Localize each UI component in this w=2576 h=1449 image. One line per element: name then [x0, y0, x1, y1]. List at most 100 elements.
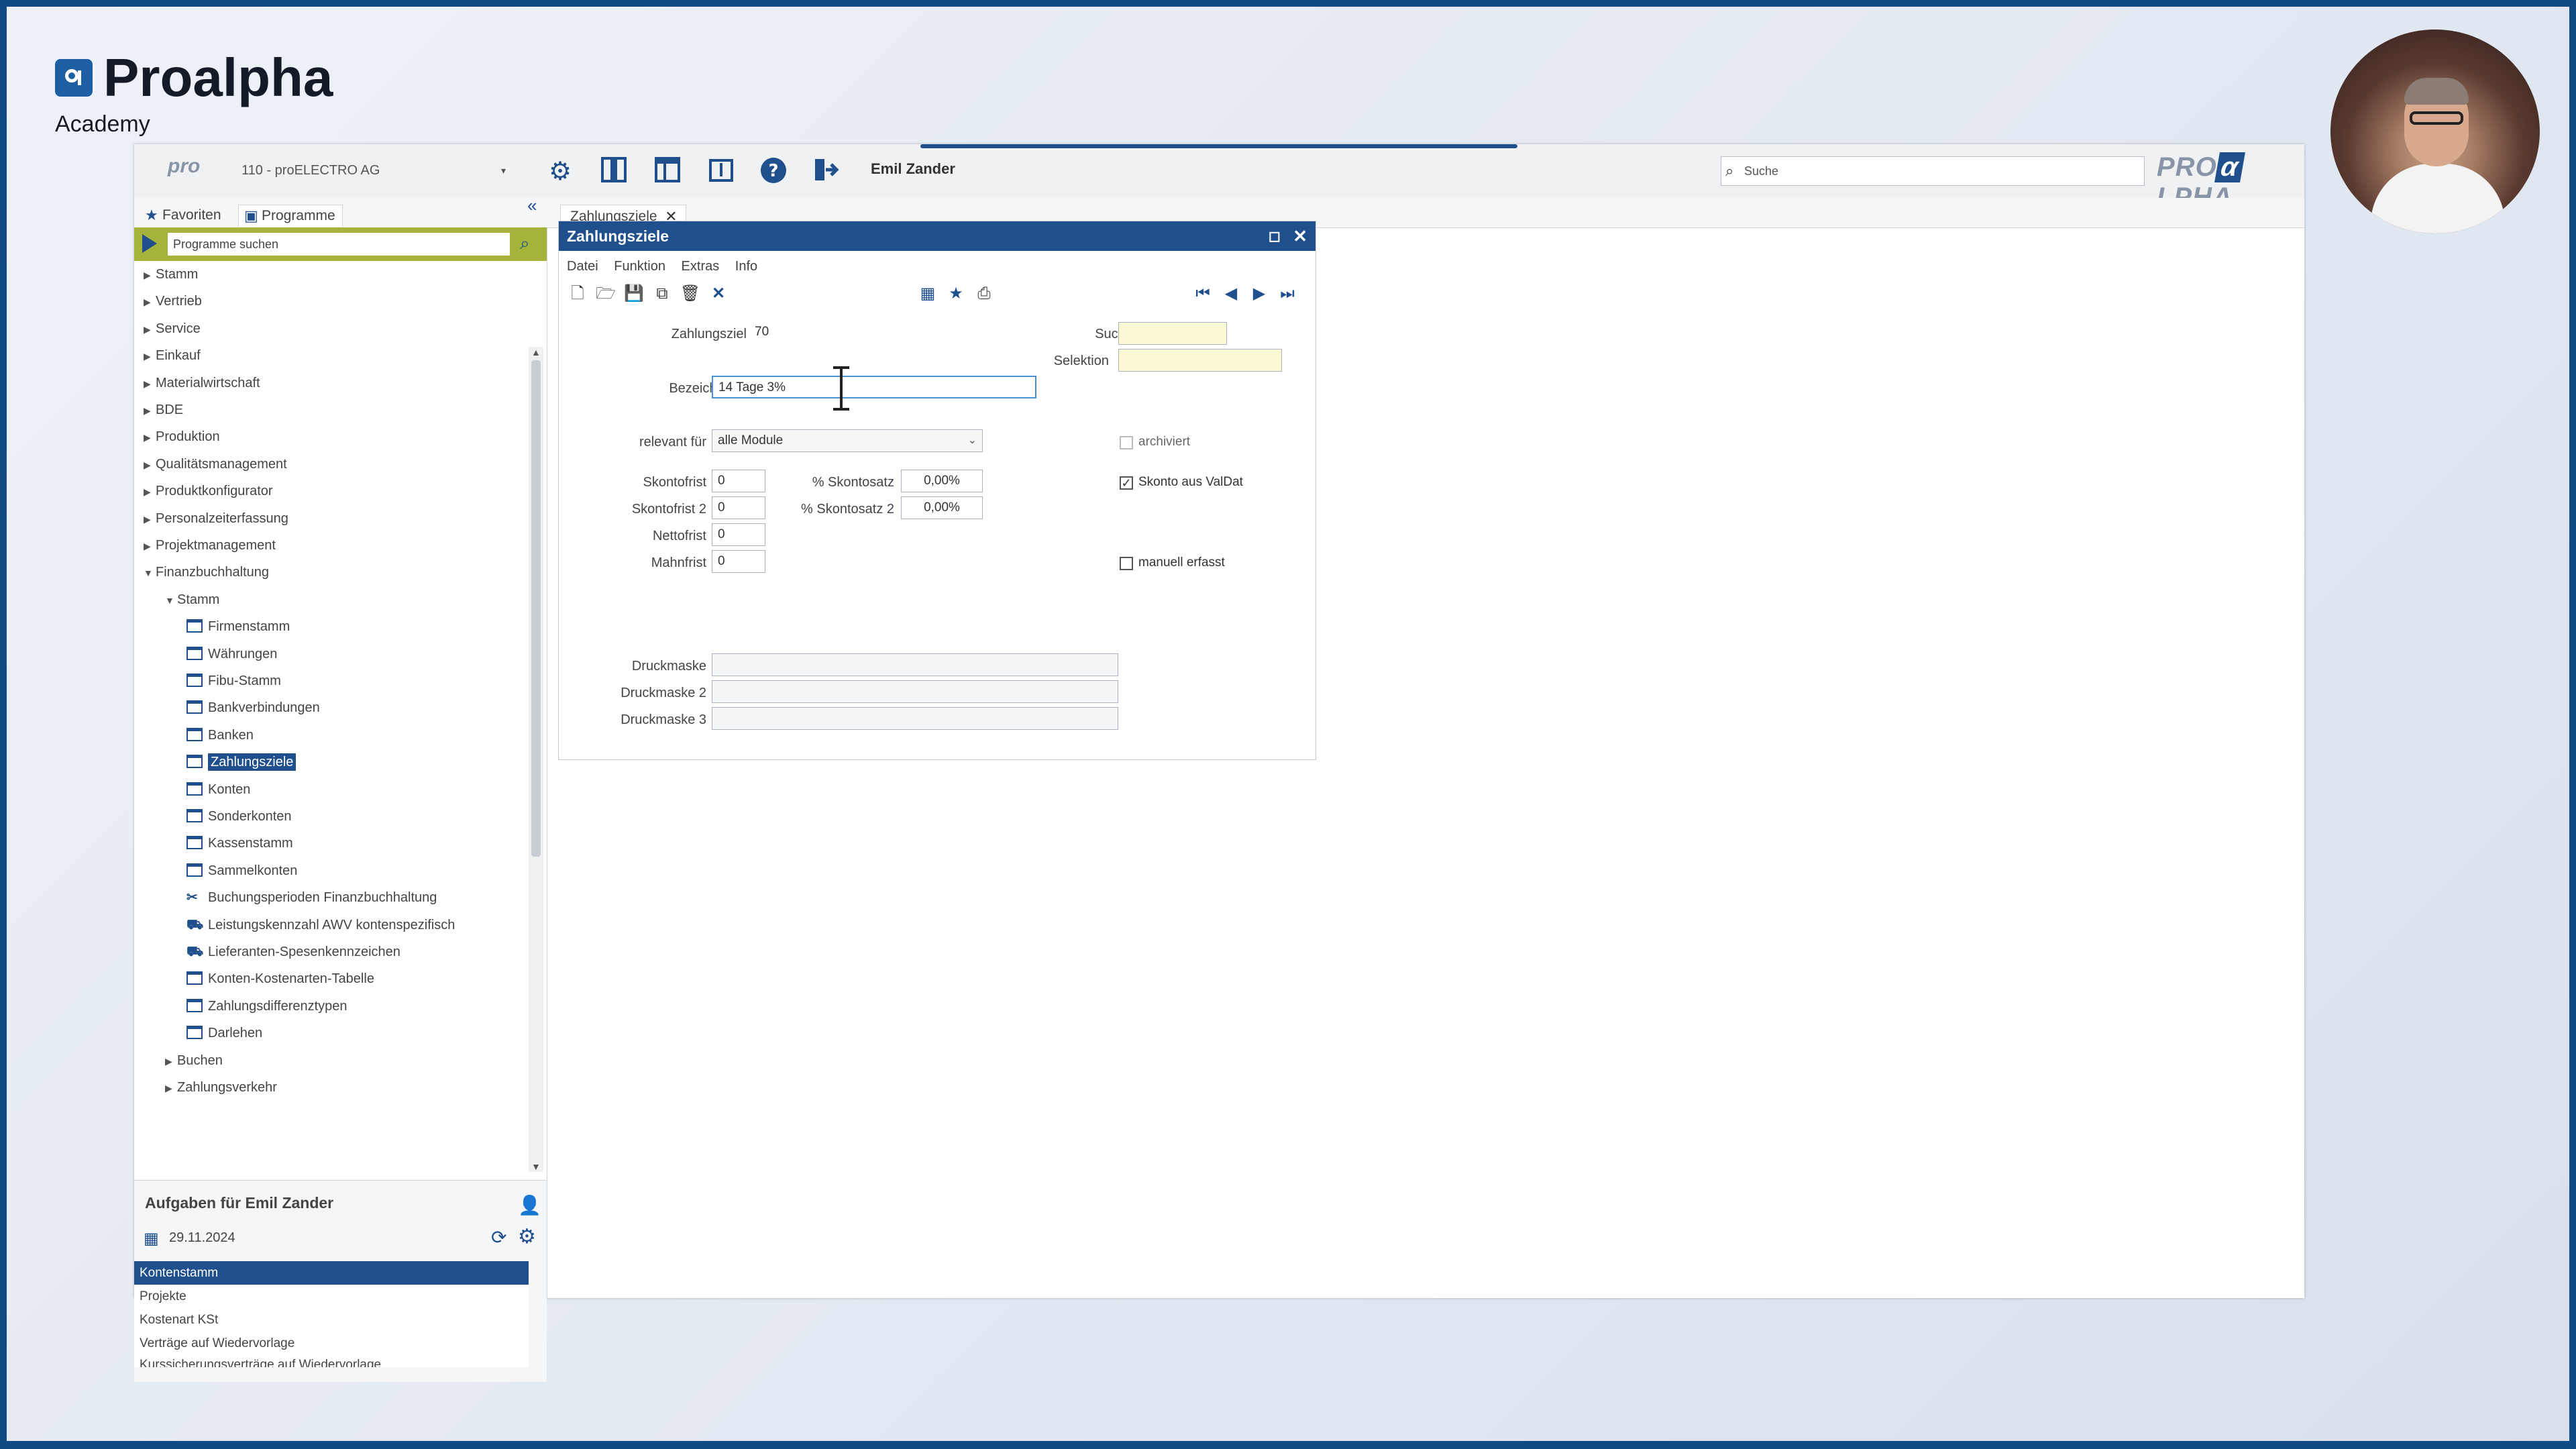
collapsed-arrow-icon[interactable]: ▶: [144, 262, 156, 288]
collapsed-arrow-icon[interactable]: ▶: [144, 288, 156, 315]
pro-home-icon[interactable]: pro: [168, 155, 200, 178]
task-list-item[interactable]: Projekte: [134, 1285, 529, 1308]
tree-item-bde[interactable]: ▶ BDE: [144, 396, 183, 423]
tree-item-einkauf[interactable]: ▶ Einkauf: [144, 342, 201, 369]
tree-item-service[interactable]: ▶ Service: [144, 315, 201, 342]
tree-item-konten[interactable]: Konten: [186, 776, 250, 803]
druckmaske3-input[interactable]: [712, 707, 1118, 730]
tree-item-personalzeiterfassung[interactable]: ▶ Personalzeiterfassung: [144, 505, 288, 532]
suchbegriff-input[interactable]: [1118, 322, 1227, 345]
scroll-thumb[interactable]: [531, 360, 541, 857]
archiviert-checkbox[interactable]: [1120, 436, 1133, 449]
tree-item-buchungsperioden-finanzbuchhaltung[interactable]: ✂ Buchungsperioden Finanzbuchhaltung: [186, 884, 437, 911]
menu-funktion[interactable]: Funktion: [614, 259, 665, 274]
tree-item-fibu-stamm[interactable]: Fibu-Stamm: [186, 667, 281, 694]
tree-item-finanzbuchhaltung[interactable]: ▼ Finanzbuchhaltung: [144, 559, 269, 586]
refresh-icon[interactable]: ⟳: [491, 1226, 506, 1248]
skontofrist-input[interactable]: 0: [712, 470, 765, 492]
tree-item-produktion[interactable]: ▶ Produktion: [144, 423, 220, 450]
tree-item-lieferanten-spesenkennzeichen[interactable]: ⛟ Lieferanten-Spesenkennzeichen: [186, 938, 400, 965]
tab-favoriten[interactable]: ★ Favoriten: [140, 205, 228, 226]
task-list-item[interactable]: Kostenart KSt: [134, 1308, 529, 1332]
bezeichnung-input[interactable]: 14 Tage 3%: [712, 376, 1036, 398]
task-list-item[interactable]: Kurssicherungsverträge auf Wiedervorlage: [134, 1355, 529, 1367]
collapsed-arrow-icon[interactable]: ▶: [165, 1048, 177, 1075]
delete-icon[interactable]: 🗑: [680, 283, 701, 305]
open-folder-icon[interactable]: 🗁: [595, 283, 616, 305]
scroll-up-icon[interactable]: ▲: [531, 347, 541, 358]
collapsed-arrow-icon[interactable]: ▶: [144, 451, 156, 478]
relevant-select[interactable]: alle Module ⌄: [712, 429, 983, 452]
new-document-icon[interactable]: 🗋: [567, 283, 588, 305]
tree-scrollbar[interactable]: ▲ ▼: [529, 347, 543, 1172]
tree-item-stamm[interactable]: ▼ Stamm: [165, 586, 219, 613]
expanded-arrow-icon[interactable]: ▼: [144, 559, 156, 586]
menu-datei[interactable]: Datei: [567, 259, 598, 274]
collapse-sidebar-icon[interactable]: «: [527, 195, 537, 216]
collapsed-arrow-icon[interactable]: ▶: [144, 343, 156, 370]
collapsed-arrow-icon[interactable]: ▶: [144, 478, 156, 505]
skontosatz2-input[interactable]: 0,00%: [901, 496, 983, 519]
tree-item-sammelkonten[interactable]: Sammelkonten: [186, 857, 297, 884]
tree-item-konten-kostenarten-tabelle[interactable]: Konten-Kostenarten-Tabelle: [186, 965, 374, 992]
tree-item-darlehen[interactable]: Darlehen: [186, 1020, 262, 1046]
print-icon[interactable]: ⎙: [973, 283, 995, 305]
tree-item-zahlungsdifferenztypen[interactable]: Zahlungsdifferenztypen: [186, 993, 347, 1020]
skonto-valdat-checkbox[interactable]: ✓: [1120, 476, 1133, 490]
menu-info[interactable]: Info: [735, 259, 757, 274]
tree-item-leistungskennzahl-awv-kontenspezifisch[interactable]: ⛟ Leistungskennzahl AWV kontenspezifisch: [186, 912, 455, 938]
nettofrist-input[interactable]: 0: [712, 523, 765, 546]
help-icon[interactable]: ?: [758, 156, 789, 187]
tree-item-sonderkonten[interactable]: Sonderkonten: [186, 803, 292, 830]
collapsed-arrow-icon[interactable]: ▶: [144, 316, 156, 343]
druckmaske-input[interactable]: [712, 653, 1118, 676]
collapsed-arrow-icon[interactable]: ▶: [144, 506, 156, 533]
panel-icon[interactable]: [598, 156, 629, 187]
tree-item-firmenstamm[interactable]: Firmenstamm: [186, 613, 290, 640]
collapsed-arrow-icon[interactable]: ▶: [144, 397, 156, 424]
close-icon[interactable]: ✕: [1293, 221, 1307, 251]
global-search-input[interactable]: ⌕ Suche: [1721, 156, 2145, 186]
tree-item-zahlungsverkehr[interactable]: ▶ Zahlungsverkehr: [165, 1074, 277, 1101]
favorite-star-icon[interactable]: ★: [945, 283, 967, 305]
skontofrist2-input[interactable]: 0: [712, 496, 765, 519]
task-list-item[interactable]: Verträge auf Wiedervorlage: [134, 1332, 529, 1355]
tree-item-materialwirtschaft[interactable]: ▶ Materialwirtschaft: [144, 370, 260, 396]
tree-item-buchen[interactable]: ▶ Buchen: [165, 1047, 223, 1074]
expanded-arrow-icon[interactable]: ▼: [165, 587, 177, 614]
collapsed-arrow-icon[interactable]: ▶: [165, 1075, 177, 1102]
collapsed-arrow-icon[interactable]: ▶: [144, 533, 156, 559]
last-record-icon[interactable]: ⏭: [1277, 283, 1298, 305]
info-book-icon[interactable]: [706, 156, 737, 187]
mahnfrist-input[interactable]: 0: [712, 550, 765, 573]
copy-icon[interactable]: ⧉: [651, 283, 673, 305]
calendar-icon[interactable]: ▦: [917, 283, 938, 305]
play-icon[interactable]: [142, 234, 157, 253]
save-icon[interactable]: 💾: [623, 283, 645, 305]
calendar-icon[interactable]: ▦: [144, 1229, 159, 1248]
maximize-icon[interactable]: ◻: [1269, 221, 1281, 251]
tree-item-zahlungsziele[interactable]: Zahlungsziele: [186, 749, 297, 775]
tree-item-projektmanagement[interactable]: ▶ Projektmanagement: [144, 532, 276, 559]
tree-item-stamm[interactable]: ▶ Stamm: [144, 261, 198, 288]
logout-icon[interactable]: [810, 156, 841, 187]
cancel-icon[interactable]: ✕: [708, 283, 729, 305]
selektion-input[interactable]: [1118, 349, 1282, 372]
tree-item-banken[interactable]: Banken: [186, 722, 254, 749]
tree-item-produktkonfigurator[interactable]: ▶ Produktkonfigurator: [144, 478, 273, 504]
gear-icon[interactable]: ⚙: [518, 1225, 536, 1248]
company-select[interactable]: 110 - proELECTRO AG ▾: [241, 159, 510, 182]
tree-item-qualitätsmanagement[interactable]: ▶ Qualitätsmanagement: [144, 451, 287, 478]
tree-item-währungen[interactable]: Währungen: [186, 641, 277, 667]
collapsed-arrow-icon[interactable]: ▶: [144, 370, 156, 397]
scroll-down-icon[interactable]: ▼: [531, 1161, 541, 1172]
tab-programme[interactable]: ▣ Programme: [238, 205, 343, 227]
next-record-icon[interactable]: ▶: [1248, 283, 1270, 305]
task-list-item[interactable]: Kontenstamm: [134, 1261, 529, 1285]
tree-item-kassenstamm[interactable]: Kassenstamm: [186, 830, 293, 857]
menu-extras[interactable]: Extras: [682, 259, 720, 274]
person-icon[interactable]: 👤: [518, 1194, 541, 1216]
tree-item-bankverbindungen[interactable]: Bankverbindungen: [186, 694, 320, 721]
search-icon[interactable]: ⌕: [520, 233, 530, 254]
previous-record-icon[interactable]: ◀: [1220, 283, 1242, 305]
